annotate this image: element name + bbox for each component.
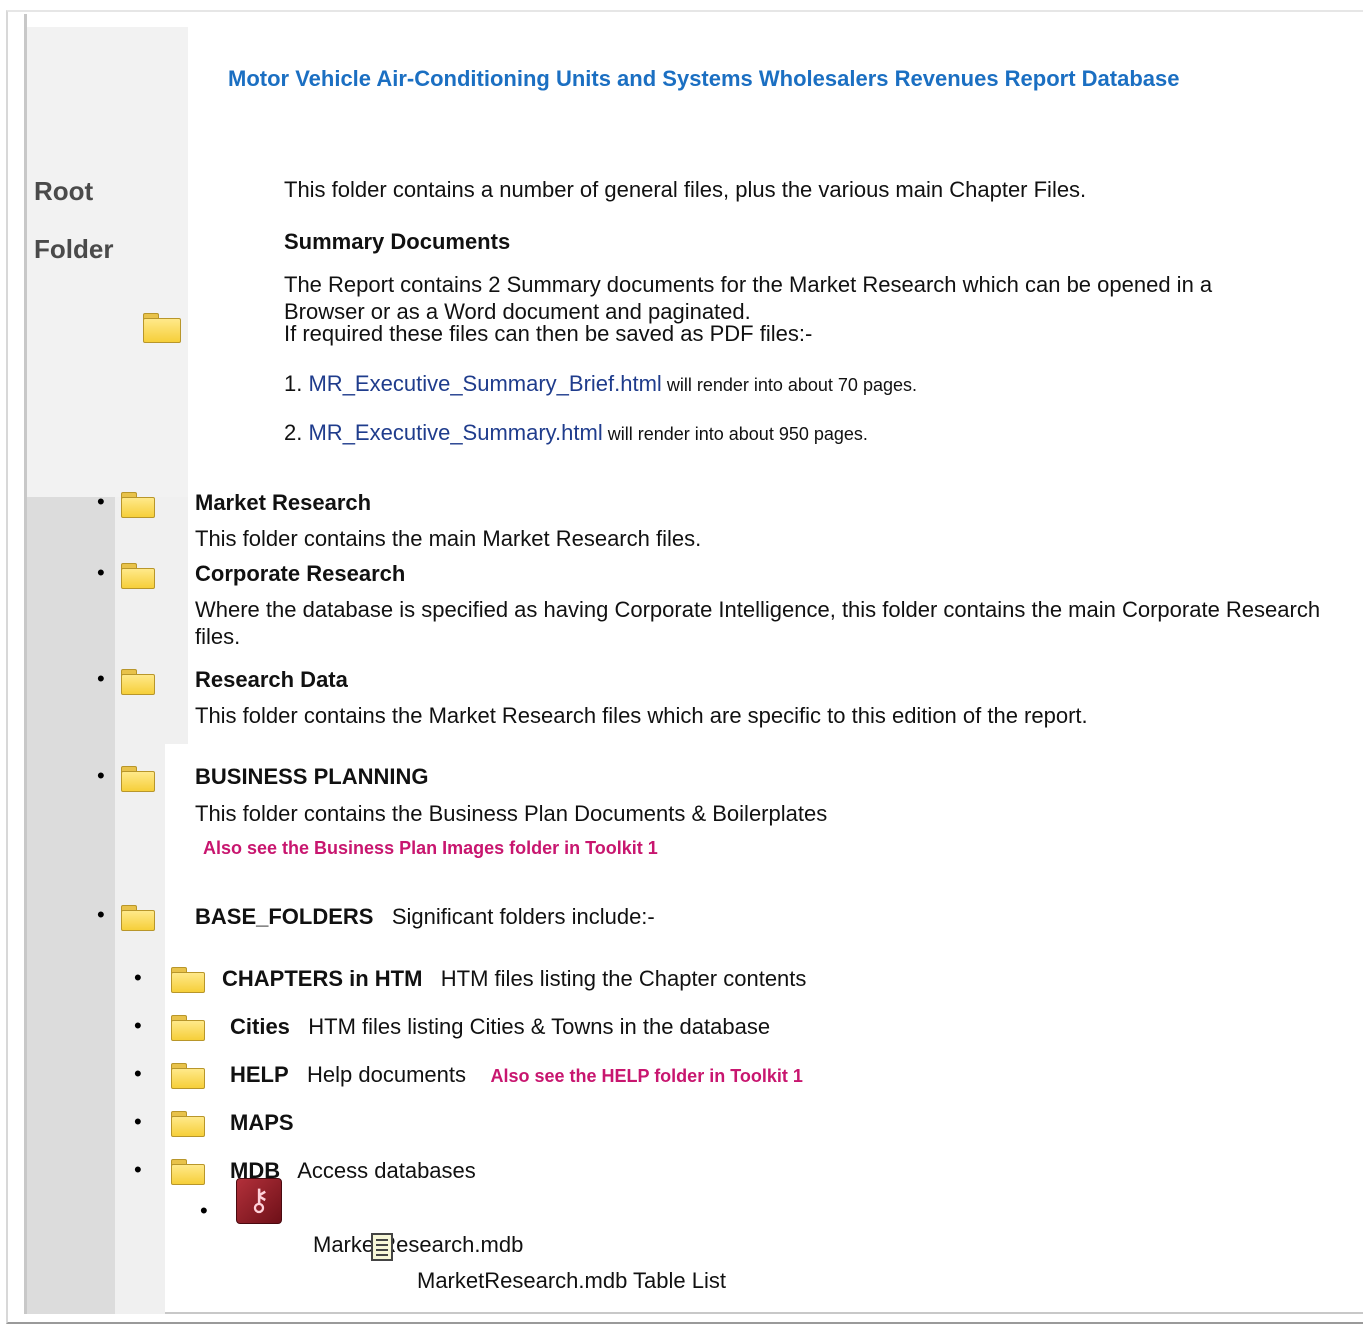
folder-icon[interactable]: [171, 1063, 205, 1089]
folder-icon[interactable]: [171, 1111, 205, 1137]
subfolder-name[interactable]: CHAPTERS in HTM: [222, 966, 422, 991]
subfolder-desc: HTM files listing Cities & Towns in the …: [308, 1014, 771, 1039]
intro-text: This folder contains a number of general…: [284, 177, 1087, 202]
summary-text: The Report contains 2 Summary documents …: [284, 272, 1213, 324]
bullet: •: [134, 965, 142, 990]
root-label-line2: Folder: [34, 234, 114, 264]
bullet: •: [134, 1061, 142, 1086]
summary-heading: Summary Documents: [284, 229, 511, 254]
bullet: •: [97, 489, 105, 514]
summary-link[interactable]: MR_Executive_Summary_Brief.html: [308, 371, 661, 396]
base-folders-line: BASE_FOLDERS Significant folders include…: [195, 904, 655, 930]
folder-icon[interactable]: [121, 669, 155, 695]
inner-frame: [24, 14, 1363, 1314]
subfolder-name[interactable]: HELP: [230, 1062, 289, 1087]
folder-desc: This folder contains the Business Plan D…: [195, 801, 828, 826]
folder-name-base-folders[interactable]: BASE_FOLDERS: [195, 904, 373, 929]
folder-icon[interactable]: [121, 563, 155, 589]
subfolder-help: HELP Help documents Also see the HELP fo…: [230, 1062, 803, 1088]
subfolder-chapters: CHAPTERS in HTM HTM files listing the Ch…: [222, 966, 806, 992]
root-folder-icon: [143, 313, 181, 343]
summary-item-number: 1.: [284, 371, 303, 396]
access-database-icon[interactable]: ⚷: [236, 1178, 282, 1224]
bullet: •: [97, 763, 105, 788]
folder-name-business-planning[interactable]: BUSINESS PLANNING: [195, 764, 428, 790]
bullet: •: [97, 902, 105, 927]
summary-item-1: 1. MR_Executive_Summary_Brief.html will …: [284, 371, 917, 397]
folder-icon[interactable]: [121, 492, 155, 518]
summary-item-note: will render into about 950 pages.: [602, 424, 868, 444]
summary-item-note: will render into about 70 pages.: [661, 375, 917, 395]
subfolder-desc: HTM files listing the Chapter contents: [440, 966, 807, 991]
toolkit-note: Also see the Business Plan Images folder…: [203, 838, 658, 858]
bullet: •: [134, 1109, 142, 1134]
folder-icon[interactable]: [121, 905, 155, 931]
folder-name-market-research[interactable]: Market Research: [195, 490, 371, 516]
bullet: •: [97, 666, 105, 691]
subfolder-maps[interactable]: MAPS: [230, 1110, 294, 1136]
subfolder-cities: Cities HTM files listing Cities & Towns …: [230, 1014, 770, 1040]
folder-name-research-data[interactable]: Research Data: [195, 667, 348, 693]
summary-link[interactable]: MR_Executive_Summary.html: [308, 420, 602, 445]
subfolder-desc: Help documents: [307, 1062, 467, 1087]
folder-desc: Where the database is specified as havin…: [195, 597, 1321, 649]
folder-name-corporate-research[interactable]: Corporate Research: [195, 561, 405, 587]
mdb-file-name[interactable]: MarketResearch.mdb: [313, 1232, 523, 1258]
folder-desc: Significant folders include:-: [391, 904, 655, 929]
root-label-line1: Root: [34, 176, 94, 206]
subfolder-desc: Access databases: [297, 1158, 476, 1183]
bullet: •: [134, 1157, 142, 1182]
panel-mid: [115, 497, 188, 744]
bullet: •: [134, 1013, 142, 1038]
subfolder-name[interactable]: Cities: [230, 1014, 290, 1039]
folder-icon[interactable]: [171, 1015, 205, 1041]
pdf-text: If required these files can then be save…: [284, 321, 813, 346]
folder-desc: This folder contains the Market Research…: [195, 703, 1088, 728]
document-icon[interactable]: [371, 1233, 393, 1261]
bullet: •: [97, 560, 105, 585]
bullet: •: [200, 1198, 208, 1223]
summary-item-2: 2. MR_Executive_Summary.html will render…: [284, 420, 868, 446]
folder-icon[interactable]: [171, 1159, 205, 1185]
summary-item-number: 2.: [284, 420, 303, 445]
page-title: Motor Vehicle Air-Conditioning Units and…: [228, 66, 1180, 91]
toolkit-note: Also see the HELP folder in Toolkit 1: [490, 1066, 803, 1086]
table-list-link[interactable]: MarketResearch.mdb Table List: [417, 1268, 726, 1294]
folder-desc: This folder contains the main Market Res…: [195, 526, 702, 551]
folder-icon[interactable]: [121, 766, 155, 792]
folder-icon[interactable]: [171, 967, 205, 993]
